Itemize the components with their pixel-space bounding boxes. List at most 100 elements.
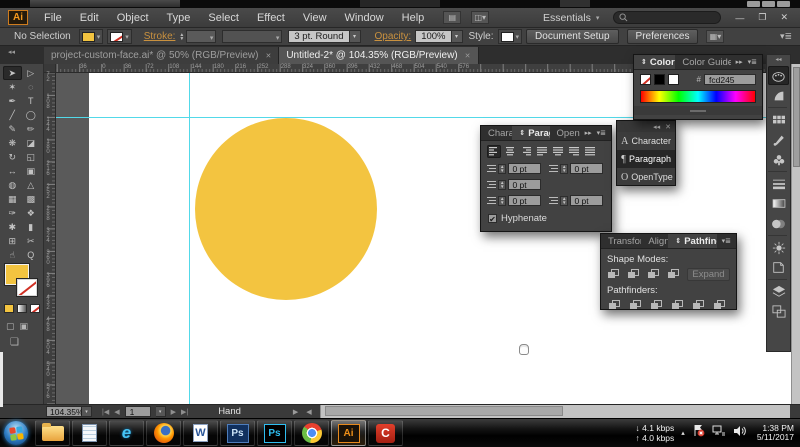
zoom-level-field[interactable]: 104.35% [46, 406, 84, 417]
swatches-panel-icon[interactable] [768, 110, 789, 129]
workspace-switcher[interactable]: Essentials ▾ [543, 12, 599, 24]
close-icon[interactable]: ✕ [665, 123, 671, 131]
merge-button[interactable] [649, 299, 664, 311]
exclude-button[interactable] [667, 269, 681, 281]
space-before-value[interactable]: 0 pt [508, 195, 542, 206]
brush-definition-dropdown[interactable]: ▾ [349, 30, 361, 43]
vertical-scrollbar-thumb[interactable] [793, 67, 800, 167]
tab-align[interactable]: Align [641, 234, 668, 248]
trim-button[interactable] [628, 299, 643, 311]
color-guide-panel-icon[interactable] [768, 86, 789, 105]
last-artboard-icon[interactable]: ▶| [181, 408, 188, 416]
tab-color[interactable]: ⇕ Color [634, 55, 676, 69]
stroke-weight-dropdown[interactable]: ▾ [186, 30, 217, 43]
horizontal-scrollbar-thumb[interactable] [324, 406, 563, 416]
document-tab-2[interactable]: Untitled-2* @ 104.35% (RGB/Preview) ✕ [279, 47, 479, 64]
shape-builder-tool[interactable]: ◍ [3, 178, 22, 192]
brushes-panel-icon[interactable] [768, 130, 789, 149]
divide-button[interactable] [607, 299, 622, 311]
taskbar-explorer[interactable] [35, 420, 70, 446]
hyphenate-checkbox[interactable]: ✔ [488, 214, 497, 224]
expand-icon[interactable]: ▸▸ [585, 129, 592, 137]
stroke-color-swatch[interactable] [17, 279, 37, 296]
tab-pathfinder[interactable]: ⇕Pathfinder [668, 234, 717, 248]
outline-button[interactable] [691, 299, 706, 311]
symbols-panel-icon[interactable] [768, 150, 789, 169]
stroke-color-dropdown[interactable]: ▾ [107, 29, 132, 44]
preferences-button[interactable]: Preferences [626, 29, 699, 44]
screen-mode-icon[interactable]: ❏ [10, 337, 19, 348]
close-button[interactable]: ✕ [780, 12, 788, 23]
paintbrush-tool[interactable]: ✎ [3, 122, 22, 136]
draw-behind-icon[interactable]: ▣ [20, 321, 29, 332]
appearance-panel-icon[interactable] [768, 238, 789, 257]
dock-expand-icon[interactable]: ◂◂ [775, 56, 781, 65]
prev-artboard-icon[interactable]: ◀ [114, 408, 119, 416]
tab-paragraph[interactable]: ⇕Paragraph [512, 126, 550, 140]
taskbar-clock[interactable]: 1:38 PM 5/11/2017 [753, 424, 794, 442]
width-tool[interactable]: ↔ [3, 164, 22, 178]
column-graph-tool[interactable]: ▮ [22, 220, 41, 234]
menu-select[interactable]: Select [199, 12, 248, 24]
gradient-button[interactable] [17, 304, 27, 313]
network-icon[interactable] [712, 424, 726, 442]
transparency-panel-icon[interactable] [768, 214, 789, 233]
menu-edit[interactable]: Edit [71, 12, 108, 24]
space-after-value[interactable]: 0 pt [570, 195, 604, 206]
justify-last-left-button[interactable] [535, 145, 549, 158]
magic-wand-tool[interactable]: ✶ [3, 80, 22, 94]
stroke-panel-icon[interactable] [768, 174, 789, 193]
taskbar-photoshop-2[interactable]: Ps [257, 420, 292, 446]
taskbar-firefox[interactable] [146, 420, 181, 446]
ellipse-tool[interactable]: ◯ [22, 108, 41, 122]
direct-selection-tool[interactable]: ▷ [22, 66, 41, 80]
artboard-number-field[interactable]: 1 [124, 406, 151, 417]
status-menu-icon[interactable]: ▶ [293, 408, 298, 416]
right-indent-value[interactable]: 0 pt [570, 163, 604, 174]
menu-help[interactable]: Help [393, 12, 434, 24]
graphic-styles-panel-icon[interactable] [768, 258, 789, 277]
search-input[interactable] [613, 11, 722, 24]
justify-last-center-button[interactable] [551, 145, 565, 158]
left-indent-stepper[interactable]: ▲ ▼ [498, 163, 507, 174]
minimize-button[interactable]: — [735, 13, 744, 23]
menu-window[interactable]: Window [336, 12, 393, 24]
menu-type[interactable]: Type [158, 12, 200, 24]
fill-color-dropdown[interactable]: ▾ [78, 29, 104, 44]
slice-tool[interactable]: ✂ [22, 234, 41, 248]
tab-opentyp[interactable]: OpenTyp [550, 126, 580, 140]
lasso-tool[interactable]: ◌ [22, 80, 41, 94]
eyedropper-tool[interactable]: ✑ [3, 206, 22, 220]
pen-tool[interactable]: ✒ [3, 94, 22, 108]
eraser-tool[interactable]: ◪ [22, 136, 41, 150]
scale-tool[interactable]: ◱ [22, 150, 41, 164]
align-right-button[interactable] [519, 145, 533, 158]
tab-transform[interactable]: Transform [601, 234, 641, 248]
close-tab-icon[interactable]: ✕ [465, 52, 471, 60]
line-segment-tool[interactable]: ╱ [3, 108, 22, 122]
selection-tool[interactable]: ➤ [3, 66, 22, 80]
layers-panel-icon[interactable] [768, 282, 789, 301]
first-artboard-icon[interactable]: |◀ [102, 408, 109, 416]
action-center-icon[interactable] [692, 424, 705, 442]
minus-front-button[interactable] [627, 269, 641, 281]
menu-effect[interactable]: Effect [248, 12, 294, 24]
menu-view[interactable]: View [294, 12, 336, 24]
dock-item-character[interactable]: A Character [617, 132, 675, 150]
opacity-dropdown[interactable]: ▾ [451, 30, 463, 43]
color-spectrum-bar[interactable] [640, 90, 756, 103]
taskbar-camtasia[interactable]: C [368, 420, 403, 446]
type-tool[interactable]: T [22, 94, 41, 108]
start-button[interactable] [4, 421, 28, 445]
dock-item-opentype[interactable]: O OpenType [617, 168, 675, 186]
zoom-tool[interactable]: Q [22, 248, 41, 262]
blob-brush-tool[interactable]: ❋ [3, 136, 22, 150]
panel-menu-icon[interactable]: ▾≣ [748, 58, 757, 66]
dock-item-paragraph[interactable]: ¶ Paragraph [617, 150, 675, 168]
taskbar-illustrator[interactable]: Ai [331, 420, 366, 446]
bridge-icon[interactable]: ▤ [443, 11, 462, 24]
taskbar-photoshop[interactable]: Ps [220, 420, 255, 446]
tab-character[interactable]: Character [481, 126, 512, 140]
justify-last-right-button[interactable] [567, 145, 581, 158]
scroll-left-icon[interactable]: ◀ [306, 408, 311, 416]
